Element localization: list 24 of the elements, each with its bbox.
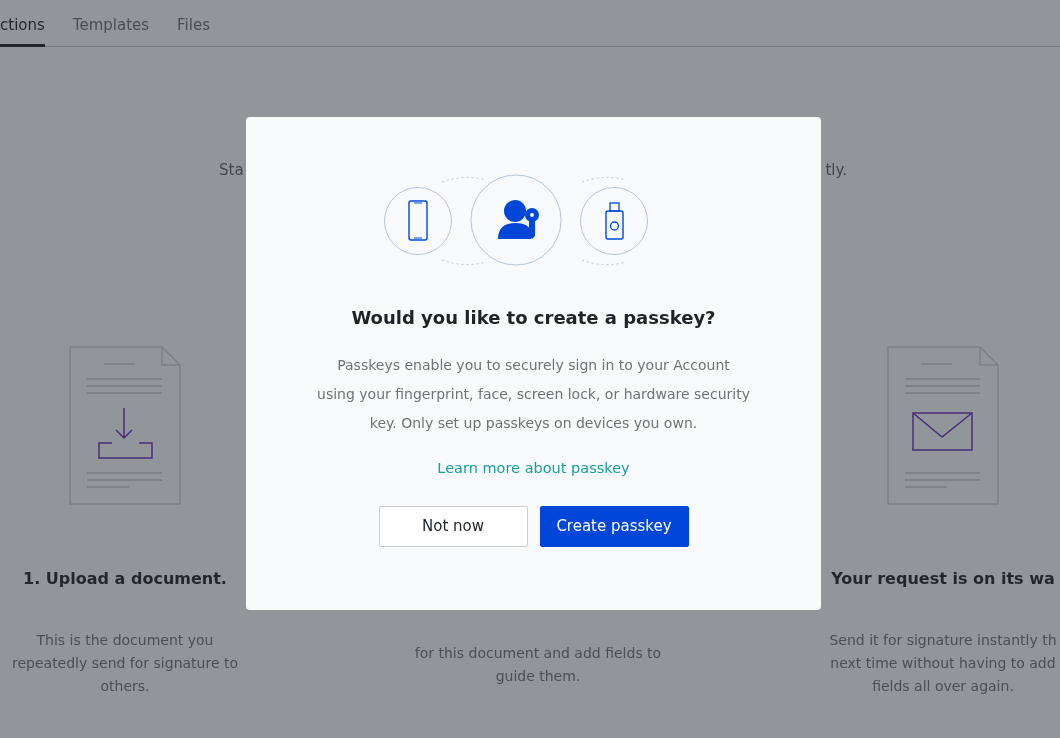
document-envelope-icon: [887, 345, 999, 507]
not-now-button[interactable]: Not now: [378, 505, 528, 547]
dotted-arc: [441, 259, 486, 266]
dialog-title: Would you like to create a passkey?: [351, 306, 716, 330]
document-download-icon: [69, 345, 181, 507]
create-passkey-button[interactable]: Create passkey: [539, 505, 689, 547]
subtitle-fragment: Sta: [219, 160, 244, 181]
dotted-arc: [581, 176, 626, 183]
step-description: Send it for signature instantly th next time without having to add fields all over again.: [829, 631, 1057, 696]
phone-icon: [383, 187, 452, 255]
tab[interactable]: ctions: [0, 0, 45, 47]
tab[interactable]: Templates: [72, 0, 150, 47]
user-key-icon: [470, 174, 561, 266]
dotted-arc: [581, 259, 626, 266]
learn-more-link[interactable]: Learn more about passkey: [437, 458, 630, 480]
step-title: 1. Upload a document.: [23, 568, 227, 590]
subtitle-fragment: tly.: [825, 160, 847, 181]
step-description: for this document and add fields to guide them.: [414, 644, 662, 686]
step-title: Your request is on its wa: [831, 568, 1055, 590]
step-description: This is the document you repeatedly send for signature to others.: [12, 631, 238, 696]
dotted-arc: [441, 176, 486, 183]
usb-key-icon: [579, 187, 648, 255]
tab[interactable]: Files: [177, 0, 210, 47]
dialog-text: Passkeys enable you to securely sign in to your Account using your fingerprint, face, screen lock, or hardware security key. Only set up passkeys on devices you own.: [317, 356, 750, 433]
